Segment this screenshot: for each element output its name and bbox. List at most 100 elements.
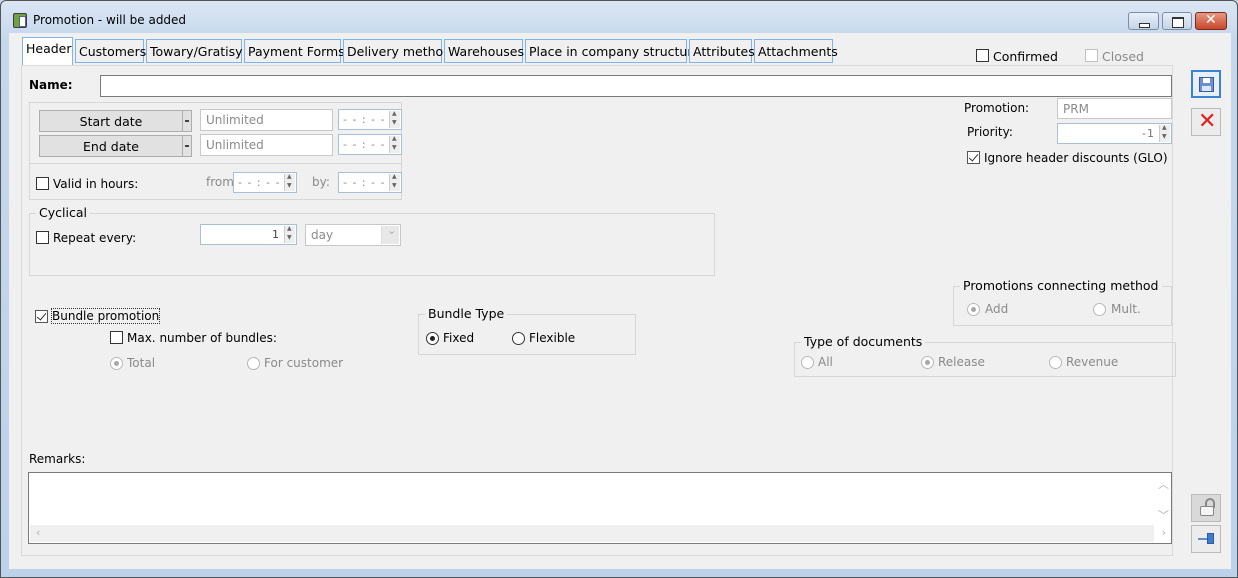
spinner-arrows-icon[interactable] [389,135,400,153]
spinner-arrows-icon[interactable] [1159,124,1170,142]
tab-delivery-method[interactable]: Delivery method [343,39,451,63]
spinner-arrows-icon[interactable] [284,173,295,191]
bundle-type-title: Bundle Type [425,306,508,321]
scope-total-label: Total [127,356,156,370]
save-icon [1199,77,1214,92]
tab-warehouses[interactable]: Warehouses [444,39,524,63]
tab-attributes[interactable]: Attributes [689,39,755,63]
remarks-horizontal-scrollbar[interactable]: ‹ › [30,525,1166,542]
date-range-box: Start date Unlimited - - : - - End date … [29,102,402,200]
tab-customers[interactable]: Customers [75,39,146,63]
closed-checkbox [1085,49,1098,62]
scroll-left-icon[interactable]: ‹ [36,526,40,539]
max-bundles-checkbox[interactable] [110,331,123,344]
spinner-arrows-icon[interactable] [389,173,400,191]
confirmed-checkbox[interactable] [976,49,989,62]
spinner-arrows-icon[interactable] [284,225,295,243]
lock-button[interactable] [1191,494,1221,522]
minimize-button[interactable] [1128,12,1159,30]
bundle-type-group: Bundle Type Fixed Flexible [418,306,636,355]
connecting-method-group: Promotions connecting method Add Mult. [953,278,1172,326]
confirmed-label: Confirmed [993,49,1058,64]
end-date-dropdown[interactable] [182,135,192,157]
close-button[interactable]: ✕ [1195,12,1227,30]
spinner-arrows-icon[interactable] [389,110,400,128]
window-title: Promotion - will be added [33,13,187,27]
ignore-glo-checkbox[interactable] [967,151,980,164]
bundle-fixed-label: Fixed [443,331,475,345]
doc-release-radio [921,356,934,369]
scope-customer-label: For customer [264,356,344,370]
close-icon: ✕ [1198,109,1217,134]
max-bundles-label: Max. number of bundles: [127,331,277,345]
ignore-glo-label: Ignore header discounts (GLO) [984,151,1168,165]
bundle-promotion-label: Bundle promotion [50,308,161,324]
cancel-button[interactable]: ✕ [1191,108,1221,136]
tab-attachments[interactable]: Attachments [754,39,838,63]
connect-add-label: Add [985,302,1009,316]
lock-body [1200,506,1214,516]
connect-mult-radio [1093,303,1106,316]
repeat-every-label: Repeat every: [53,231,137,245]
tab-payment-forms[interactable]: Payment Forms [244,39,345,63]
scroll-right-icon[interactable]: › [1162,526,1166,539]
doc-release-label: Release [938,355,985,369]
cyclical-group: Cyclical Repeat every: 1 day [29,205,715,276]
end-time-spinner[interactable]: - - : - - [338,134,402,155]
name-input[interactable] [100,75,1172,97]
tab-towary-gratisy[interactable]: Towary/Gratisy [146,39,243,63]
scope-customer-radio [247,357,260,370]
valid-hours-label: Valid in hours: [53,177,139,191]
connect-mult-label: Mult. [1111,302,1141,316]
doc-all-label: All [818,355,833,369]
remarks-textarea[interactable]: ︿ ﹀ ‹ › [28,472,1172,544]
tab-place-in-company-structure[interactable]: Place in company structure [525,39,700,63]
document-types-group: Type of documents All Release Revenue [794,334,1176,377]
cyclical-title: Cyclical [36,205,90,220]
valid-hours-checkbox[interactable] [36,177,49,190]
doc-all-radio [801,356,814,369]
scope-total-radio [110,357,123,370]
document-types-title: Type of documents [801,334,926,349]
end-date-input[interactable]: Unlimited [200,134,333,156]
start-time-spinner[interactable]: - - : - - [338,109,402,130]
from-label: from [206,175,234,189]
start-date-dropdown[interactable] [182,110,192,132]
priority-spinner[interactable]: -1 [1057,123,1172,144]
promotion-label: Promotion: [964,101,1030,115]
start-date-input[interactable]: Unlimited [200,109,333,131]
close-icon: ✕ [1205,12,1217,28]
scroll-up-icon[interactable]: ︿ [1158,476,1169,492]
save-button[interactable] [1191,70,1221,98]
client-area: Header Customers Towary/Gratisy Payment … [9,33,1231,569]
promotion-code-input: PRM [1057,98,1172,119]
pin-head [1207,533,1214,544]
maximize-button[interactable] [1162,12,1192,30]
bundle-flexible-label: Flexible [529,331,576,345]
pin-button[interactable] [1191,525,1221,553]
start-date-button[interactable]: Start date [39,110,183,132]
from-time-spinner[interactable]: - - : - - [233,172,297,193]
doc-revenue-label: Revenue [1066,355,1119,369]
connecting-method-title: Promotions connecting method [960,278,1162,293]
title-bar[interactable]: Promotion - will be added ✕ [1,1,1237,35]
repeat-unit-select[interactable]: day [305,224,401,246]
remarks-vertical-scrollbar[interactable]: ︿ ﹀ [1154,474,1170,525]
closed-label: Closed [1102,49,1144,64]
repeat-every-checkbox[interactable] [36,231,49,244]
repeat-count-spinner[interactable]: 1 [200,224,297,245]
bundle-flexible-radio[interactable] [512,332,525,345]
remarks-label: Remarks: [29,452,86,466]
end-date-button[interactable]: End date [39,135,183,157]
bundle-fixed-radio[interactable] [426,332,439,345]
scroll-down-icon[interactable]: ﹀ [1158,507,1169,523]
name-label: Name: [29,78,73,92]
by-time-spinner[interactable]: - - : - - [338,172,402,193]
tab-header[interactable]: Header [22,37,73,65]
divider [30,163,401,164]
by-label: by: [312,175,330,189]
app-icon [13,13,27,28]
bundle-promotion-checkbox[interactable] [35,310,48,323]
promotion-window: Promotion - will be added ✕ Header Custo… [0,0,1238,578]
chevron-down-icon[interactable] [381,224,399,244]
